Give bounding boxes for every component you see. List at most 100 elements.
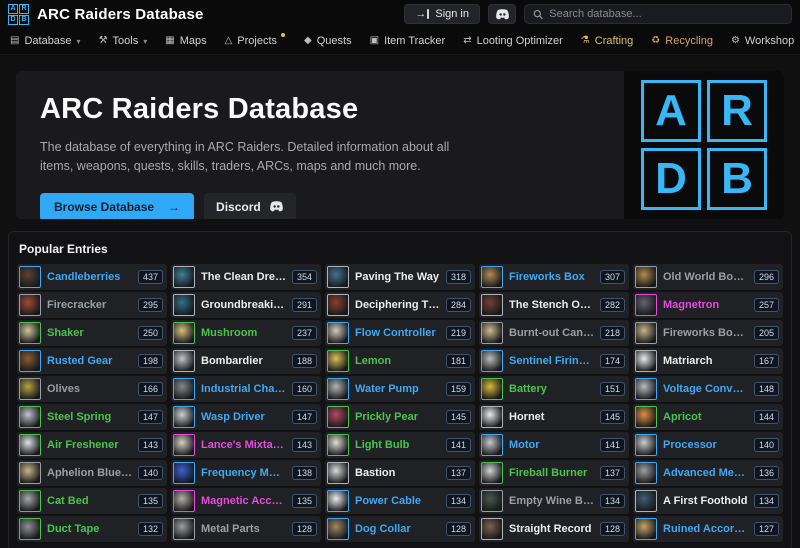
popular-entry[interactable]: The Clean Dream354 — [171, 264, 321, 290]
popular-entry[interactable]: Air Freshener143 — [17, 432, 167, 458]
nav-item-quests[interactable]: ◆Quests — [304, 35, 352, 47]
popular-entry[interactable]: Frequency Modu...138 — [171, 460, 321, 486]
logo-letter-b: B — [707, 148, 767, 210]
popular-entry[interactable]: Straight Record128 — [479, 516, 629, 542]
popular-entry[interactable]: Fireworks Box307 — [479, 264, 629, 290]
popular-entry[interactable]: Matriarch167 — [633, 348, 783, 374]
crafting-icon: ⚗ — [581, 36, 590, 46]
popular-entry[interactable]: Voltage Converter148 — [633, 376, 783, 402]
nav-item-maps[interactable]: ▦Maps — [165, 35, 206, 47]
popular-entry[interactable]: Mushroom237 — [171, 320, 321, 346]
nav-item-recycling[interactable]: ♻Recycling — [651, 35, 713, 47]
entry-name: The Stench Of C... — [509, 299, 594, 311]
entry-count-badge: 237 — [292, 326, 317, 340]
nav-item-label: Item Tracker — [384, 35, 445, 47]
popular-entry[interactable]: Fireworks Box Bl...205 — [633, 320, 783, 346]
entry-count-badge: 282 — [600, 298, 625, 312]
browse-database-button[interactable]: Browse Database → — [40, 193, 194, 219]
popular-entry[interactable]: Processor140 — [633, 432, 783, 458]
popular-entry[interactable]: Shaker250 — [17, 320, 167, 346]
popular-entry[interactable]: Apricot144 — [633, 404, 783, 430]
popular-entry[interactable]: Magnetic Acceler...135 — [171, 488, 321, 514]
popular-entry[interactable]: Magnetron257 — [633, 292, 783, 318]
popular-entry[interactable]: Bastion137 — [325, 460, 475, 486]
entry-name: Deciphering The ... — [355, 299, 440, 311]
popular-entry[interactable]: Bombardier188 — [171, 348, 321, 374]
entry-count-badge: 141 — [600, 438, 625, 452]
search-input[interactable] — [549, 8, 783, 20]
nav-item-looting-optimizer[interactable]: ⇄Looting Optimizer — [463, 35, 563, 47]
popular-entry[interactable]: Fireball Burner137 — [479, 460, 629, 486]
popular-entry[interactable]: Flow Controller219 — [325, 320, 475, 346]
nav-item-crafting[interactable]: ⚗Crafting — [581, 35, 634, 47]
popular-entry[interactable]: Power Cable134 — [325, 488, 475, 514]
popular-entry[interactable]: A First Foothold134 — [633, 488, 783, 514]
entry-count-badge: 198 — [138, 354, 163, 368]
nav-item-database[interactable]: ▤Database▾ — [10, 35, 81, 47]
popular-entry[interactable]: Motor141 — [479, 432, 629, 458]
popular-entry[interactable]: Lance's Mixtape ...143 — [171, 432, 321, 458]
popular-entry[interactable]: Burnt-out Candles218 — [479, 320, 629, 346]
popular-entry[interactable]: Groundbreaking291 — [171, 292, 321, 318]
popular-entry[interactable]: Hornet145 — [479, 404, 629, 430]
popular-entry[interactable]: Olives166 — [17, 376, 167, 402]
item-icon — [173, 462, 195, 484]
entry-name: Prickly Pear — [355, 411, 440, 423]
entry-count-badge: 134 — [446, 494, 471, 508]
popular-entry[interactable]: Candleberries437 — [17, 264, 167, 290]
entry-count-badge: 144 — [754, 410, 779, 424]
item-icon — [19, 378, 41, 400]
popular-column-3: Paving The Way318Deciphering The ...284F… — [325, 264, 475, 542]
main-nav: ▤Database▾ ⚒Tools▾ ▦Maps △Projects ◆Quests ▣I… — [0, 28, 800, 55]
popular-entry[interactable]: Dog Collar128 — [325, 516, 475, 542]
popular-entry[interactable]: Cat Bed135 — [17, 488, 167, 514]
popular-entry[interactable]: Empty Wine Bottle134 — [479, 488, 629, 514]
entry-count-badge: 291 — [292, 298, 317, 312]
popular-entry[interactable]: Advanced Mecha...136 — [633, 460, 783, 486]
popular-entry[interactable]: Deciphering The ...284 — [325, 292, 475, 318]
popular-entry[interactable]: Battery151 — [479, 376, 629, 402]
entry-name: Paving The Way — [355, 271, 440, 283]
entry-count-badge: 166 — [138, 382, 163, 396]
nav-item-label: Tools — [113, 35, 139, 47]
entry-name: Shaker — [47, 327, 132, 339]
nav-item-item-tracker[interactable]: ▣Item Tracker — [370, 35, 446, 47]
ardb-logo-small[interactable]: ARDB — [8, 4, 29, 25]
nav-item-label: Recycling — [665, 35, 713, 47]
popular-entry[interactable]: Rusted Gear198 — [17, 348, 167, 374]
sign-in-button[interactable]: → Sign in — [404, 4, 480, 24]
item-icon — [327, 378, 349, 400]
popular-entry[interactable]: Firecracker295 — [17, 292, 167, 318]
popular-column-1: Candleberries437Firecracker295Shaker250R… — [17, 264, 167, 542]
item-icon — [173, 266, 195, 288]
popular-entry[interactable]: Steel Spring147 — [17, 404, 167, 430]
entry-count-badge: 218 — [600, 326, 625, 340]
discord-hero-button[interactable]: Discord — [204, 193, 296, 219]
popular-entries-card: Popular Entries Candleberries437Firecrac… — [8, 231, 792, 548]
search-box[interactable] — [524, 4, 792, 24]
popular-entry[interactable]: Lemon181 — [325, 348, 475, 374]
popular-entry[interactable]: Duct Tape132 — [17, 516, 167, 542]
popular-entry[interactable]: Ruined Accordion127 — [633, 516, 783, 542]
item-icon — [327, 350, 349, 372]
item-icon — [635, 490, 657, 512]
hero-content: ARC Raiders Database The database of eve… — [16, 71, 624, 219]
popular-entry[interactable]: Prickly Pear145 — [325, 404, 475, 430]
popular-entry[interactable]: Aphelion Blueprint140 — [17, 460, 167, 486]
popular-entry[interactable]: Light Bulb141 — [325, 432, 475, 458]
popular-entry[interactable]: Sentinel Firing C...174 — [479, 348, 629, 374]
popular-entry[interactable]: Old World Books296 — [633, 264, 783, 290]
nav-item-projects[interactable]: △Projects — [225, 35, 286, 47]
discord-button[interactable] — [488, 4, 516, 24]
nav-item-tools[interactable]: ⚒Tools▾ — [99, 35, 148, 47]
item-icon — [481, 434, 503, 456]
popular-entry[interactable]: Metal Parts128 — [171, 516, 321, 542]
item-icon — [327, 406, 349, 428]
nav-item-workshop[interactable]: ⚙Workshop — [731, 35, 794, 47]
popular-entry[interactable]: Wasp Driver147 — [171, 404, 321, 430]
popular-entry[interactable]: The Stench Of C... 282 — [479, 292, 629, 318]
popular-entry[interactable]: Water Pump159 — [325, 376, 475, 402]
popular-entry[interactable]: Paving The Way318 — [325, 264, 475, 290]
popular-entry[interactable]: Industrial Charger160 — [171, 376, 321, 402]
entry-name: Industrial Charger — [201, 383, 286, 395]
